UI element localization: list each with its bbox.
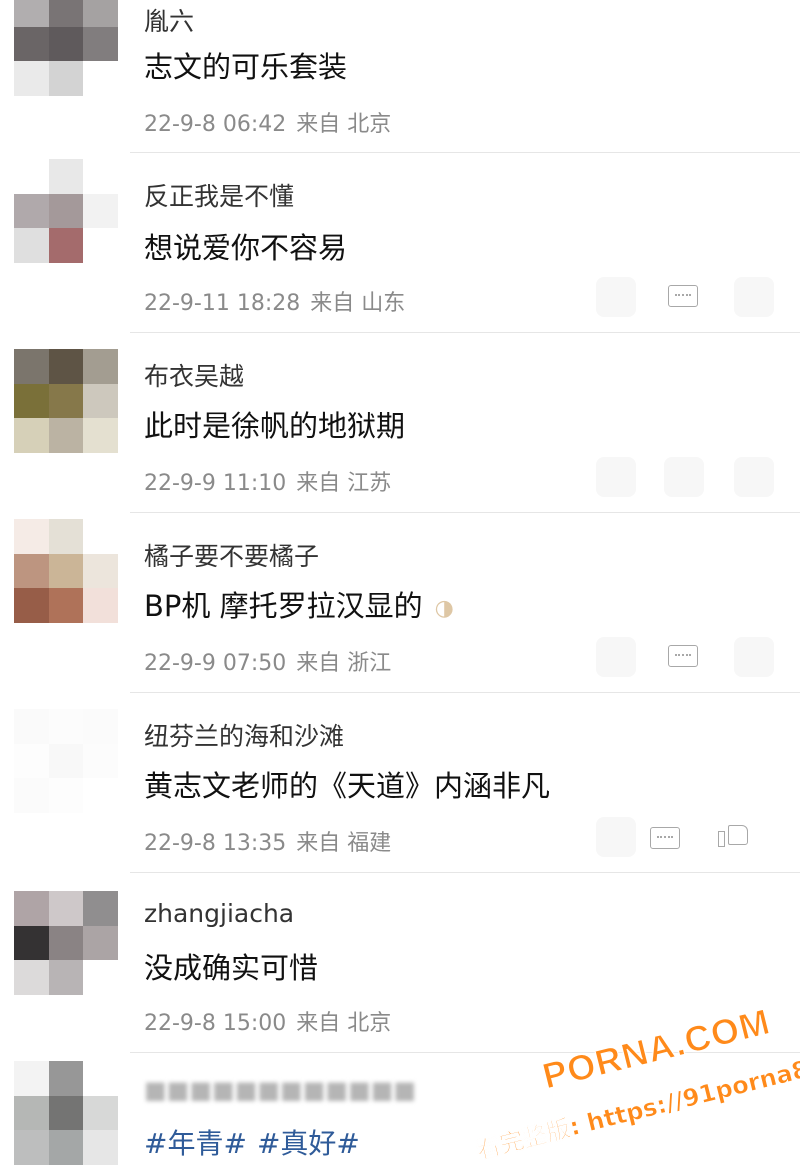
comment-content: BP机 摩托罗拉汉显的 ◑ [144, 583, 454, 625]
hashtag-link[interactable]: #真好# [257, 1127, 360, 1160]
comment-location: 来自 北京 [296, 112, 392, 137]
comment-item: 布衣吴越 此时是徐帆的地狱期 22-9-9 11:10 来自 江苏 [0, 333, 800, 513]
comment-username[interactable]: 纽芬兰的海和沙滩 [144, 717, 344, 753]
comment-location: 来自 福建 [296, 831, 392, 856]
comment-date: 22-9-9 07:50 [144, 651, 287, 676]
comment-username[interactable]: 反正我是不懂 [144, 177, 294, 213]
comment-date: 22-9-9 11:10 [144, 471, 287, 496]
action-background [596, 817, 636, 857]
comment-reply-icon[interactable] [650, 827, 680, 849]
comment-item: 橘子要不要橘子 BP机 摩托罗拉汉显的 ◑ 22-9-9 07:50 来自 浙江 [0, 513, 800, 693]
comment-meta: 22-9-8 15:00 来自 北京 [144, 1005, 391, 1037]
comment-meta: 22-9-9 07:50 来自 浙江 [144, 645, 391, 677]
avatar[interactable] [14, 349, 118, 453]
comment-username[interactable]: zhangjiacha [144, 899, 294, 928]
comment-content: 想说爱你不容易 [144, 231, 348, 265]
comment-item: 纽芬兰的海和沙滩 黄志文老师的《天道》内涵非凡 22-9-8 13:35 来自 福… [0, 693, 800, 873]
comment-location: 来自 浙江 [296, 651, 392, 676]
comment-username[interactable]: 胤六 [144, 2, 194, 38]
action-background [734, 277, 774, 317]
avatar[interactable] [14, 0, 118, 96]
action-background [596, 457, 636, 497]
comment-meta: 22-9-8 06:42 来自 北京 [144, 106, 391, 138]
comment-meta: 22-9-8 13:35 来自 福建 [144, 825, 391, 857]
comment-meta: 22-9-11 18:28 来自 山东 [144, 285, 405, 317]
comment-reply-icon[interactable] [668, 645, 698, 667]
comment-date: 22-9-11 18:28 [144, 291, 301, 316]
comment-content: 志文的可乐套装 [144, 50, 348, 84]
action-background [596, 277, 636, 317]
comment-location: 来自 江苏 [296, 471, 392, 496]
blurred-username: ■■■■■■■■■■■■ [144, 1076, 417, 1104]
comment-username[interactable]: 橘子要不要橘子 [144, 537, 319, 573]
comment-content: 没成确实可惜 [144, 951, 319, 985]
comment-location: 来自 山东 [310, 291, 406, 316]
comment-text: BP机 摩托罗拉汉显的 [144, 589, 423, 623]
avatar[interactable] [14, 709, 118, 813]
comment-location: 来自 北京 [296, 1011, 392, 1036]
comment-list: 胤六 志文的可乐套装 22-9-8 06:42 来自 北京 反正我是不懂 想说爱你… [0, 0, 800, 1176]
comment-item: zhangjiacha 没成确实可惜 22-9-8 15:00 来自 北京 [0, 873, 800, 1053]
comment-content: 此时是徐帆的地狱期 [144, 409, 406, 443]
hashtag-link[interactable]: #年青# [144, 1127, 247, 1160]
comment-username[interactable]: 布衣吴越 [144, 357, 244, 393]
avatar[interactable] [14, 159, 118, 263]
avatar[interactable] [14, 519, 118, 623]
emoji-icon: ◑ [434, 595, 454, 621]
hashtag-list: #年青# #真好# [144, 1122, 370, 1162]
thumbs-up-icon[interactable] [718, 823, 750, 847]
comment-date: 22-9-8 13:35 [144, 831, 287, 856]
comment-item: 胤六 志文的可乐套装 22-9-8 06:42 来自 北京 [0, 0, 800, 152]
comment-reply-icon[interactable] [668, 285, 698, 307]
action-background [734, 457, 774, 497]
action-background [596, 637, 636, 677]
avatar[interactable] [14, 1061, 118, 1165]
comment-content: 黄志文老师的《天道》内涵非凡 [144, 769, 551, 803]
comment-date: 22-9-8 15:00 [144, 1011, 287, 1036]
comment-item: 反正我是不懂 想说爱你不容易 22-9-11 18:28 来自 山东 [0, 153, 800, 333]
comment-date: 22-9-8 06:42 [144, 112, 287, 137]
comment-meta: 22-9-9 11:10 来自 江苏 [144, 465, 391, 497]
avatar[interactable] [14, 891, 118, 995]
action-background [664, 457, 704, 497]
comment-item [0, 1053, 800, 1176]
action-background [734, 637, 774, 677]
